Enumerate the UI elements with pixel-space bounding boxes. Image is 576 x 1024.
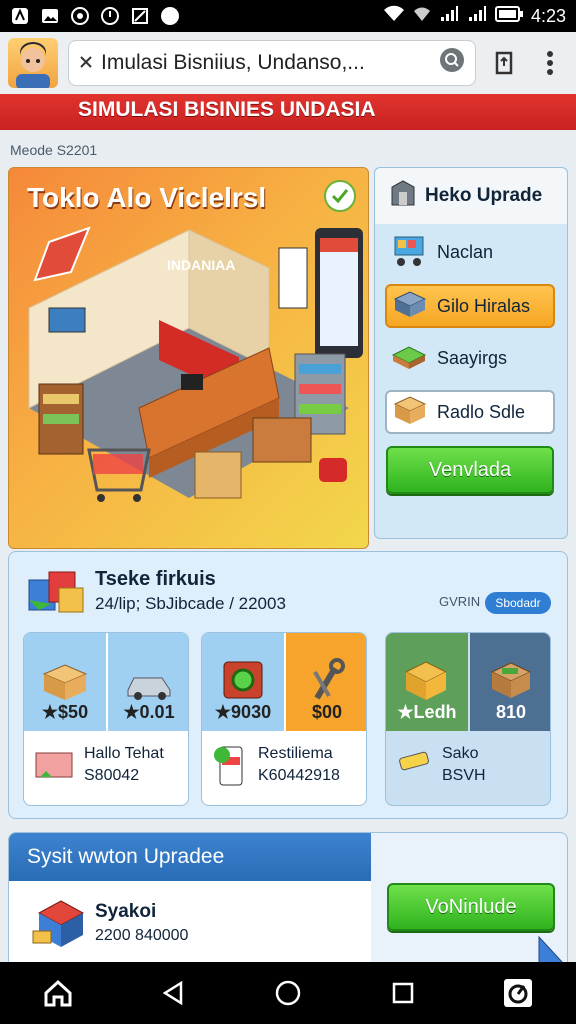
status-bar: 4:23 (0, 0, 576, 32)
item-card[interactable]: ★$50 ★0.01 Hallo Tehat S80042 (23, 632, 189, 806)
cube-icon (29, 891, 89, 958)
wifi-icon (383, 5, 405, 28)
box-icon (42, 664, 88, 700)
item-card-footer: Restiliema K60442918 (210, 743, 358, 789)
browser-toolbar: Imulasi Bisniius, Undanso,... (0, 32, 576, 94)
system-upgrade-title: Sysit wwton Upradee (9, 833, 371, 881)
system-nav-bar (0, 962, 576, 1024)
upgrade-item-naclan[interactable]: Naclan (385, 230, 555, 274)
url-bar[interactable]: Imulasi Bisniius, Undanso,... (68, 40, 476, 86)
system-upgrade-item-value: 2200 840000 (95, 927, 189, 944)
item-card-name: Sako (442, 745, 479, 762)
battery-icon (494, 5, 523, 27)
crop-icon (130, 6, 150, 26)
item-tile[interactable]: 810 (470, 633, 550, 731)
item-card-footer: Hallo Tehat S80042 (32, 743, 180, 787)
upgrade-panel: Heko Uprade Naclan Gilo Hiralas Saayirgs… (374, 167, 568, 539)
item-card-name: Hallo Tehat (84, 745, 164, 762)
more-menu-icon[interactable] (532, 43, 568, 83)
upgrade-item-radlo-sdle[interactable]: Radlo Sdle (385, 390, 555, 434)
system-upgrade-item-name: Syakoi (95, 901, 157, 922)
item-card[interactable]: ★9030 $00 Restiliema K60442918 (201, 632, 367, 806)
circle-dot-icon (70, 6, 90, 26)
building-icon (391, 180, 415, 212)
upgrade-confirm-button[interactable]: Venvlada (386, 446, 554, 494)
item-card[interactable]: ★Ledh 810 Sako BSVH (385, 632, 551, 806)
store-illustration: INDANIAA (28, 226, 363, 502)
upgrade-panel-header: Heko Uprade (375, 168, 567, 224)
item-tile-value: ★Ledh (397, 702, 457, 722)
crate-icon (404, 661, 448, 700)
notification-a-icon (10, 6, 30, 26)
home-circle-icon[interactable] (264, 969, 312, 1017)
crate-icon (490, 662, 532, 698)
upgrade-item-saayirgs[interactable]: Saayirgs (385, 336, 555, 380)
item-card-footer: Sako BSVH (394, 743, 542, 787)
item-card-amount: BSVH (442, 767, 486, 784)
upgrade-item-label: Saayirgs (437, 347, 508, 368)
items-panel: Tseke firkuis 24/lip; SbJibcade / 22003 … (8, 551, 568, 819)
item-tile-value: ★0.01 (123, 702, 175, 722)
upgrade-item-label: Gilo Hiralas (437, 295, 531, 316)
upgrade-item-label: Naclan (437, 241, 494, 262)
item-tile-value: ★9030 (214, 702, 272, 722)
bar-icon (399, 751, 429, 771)
item-tile-value: $00 (311, 702, 343, 722)
item-tile[interactable]: ★$50 (24, 633, 106, 731)
share-icon[interactable] (486, 43, 522, 83)
item-card-name: Restiliema (258, 745, 333, 762)
home-icon[interactable] (34, 969, 82, 1017)
gift-icon (35, 752, 73, 778)
recents-icon[interactable] (379, 969, 427, 1017)
item-tile[interactable]: ★0.01 (108, 633, 188, 731)
machine-icon (223, 661, 263, 699)
system-upgrade-button[interactable]: VoNinlude (387, 883, 555, 931)
wifi2-icon (413, 5, 431, 28)
item-tile[interactable]: ★Ledh (386, 633, 468, 731)
dot-icon (160, 6, 180, 26)
system-upgrade-panel: Sysit wwton Upradee Syakoi 2200 840000 V… (8, 832, 568, 972)
avatar[interactable] (8, 38, 58, 88)
car-icon (127, 677, 171, 700)
lens-icon[interactable] (439, 47, 465, 79)
power-icon (100, 6, 120, 26)
page-banner: SIMULASI BISINIES UNDASIA (0, 94, 576, 130)
upgrade-panel-title: Heko Uprade (425, 185, 543, 206)
signal2-icon (467, 5, 487, 28)
items-panel-link[interactable]: GVRIN (439, 594, 480, 609)
box-icon (393, 289, 427, 324)
cash-icon (391, 341, 427, 376)
upgrade-item-gilo-hiralas[interactable]: Gilo Hiralas (385, 284, 555, 328)
item-card-amount: K60442918 (258, 767, 340, 784)
item-card-amount: S80042 (84, 767, 140, 784)
tools-icon (313, 658, 345, 700)
item-tile[interactable]: $00 (286, 633, 366, 731)
item-tile[interactable]: ★9030 (202, 633, 284, 731)
close-tab-icon[interactable] (79, 51, 93, 75)
item-tile-value: 810 (495, 702, 527, 722)
back-icon[interactable] (149, 969, 197, 1017)
gift-boxes-icon (25, 560, 89, 625)
mode-label: Meode S2201 (10, 142, 98, 158)
phone-icon (214, 746, 243, 786)
clock-time: 4:23 (530, 5, 566, 26)
url-text[interactable]: Imulasi Bisniius, Undanso,... (101, 51, 431, 75)
store-sign: INDANIAA (167, 257, 235, 273)
items-panel-title: Tseke firkuis (95, 568, 216, 590)
image-icon (40, 6, 60, 26)
app-switch-icon[interactable] (494, 969, 542, 1017)
package-icon (393, 394, 427, 431)
items-panel-pill[interactable]: Sbodadr (485, 592, 551, 614)
cart-icon (391, 233, 427, 272)
upgrade-item-label: Radlo Sdle (437, 401, 526, 422)
item-tile-value: ★$50 (41, 702, 89, 722)
store-hero[interactable]: Toklo Alo Viclelrsl INDANIAA (8, 167, 369, 549)
items-panel-subtitle: 24/lip; SbJibcade / 22003 (95, 594, 286, 613)
signal-icon (439, 5, 459, 28)
